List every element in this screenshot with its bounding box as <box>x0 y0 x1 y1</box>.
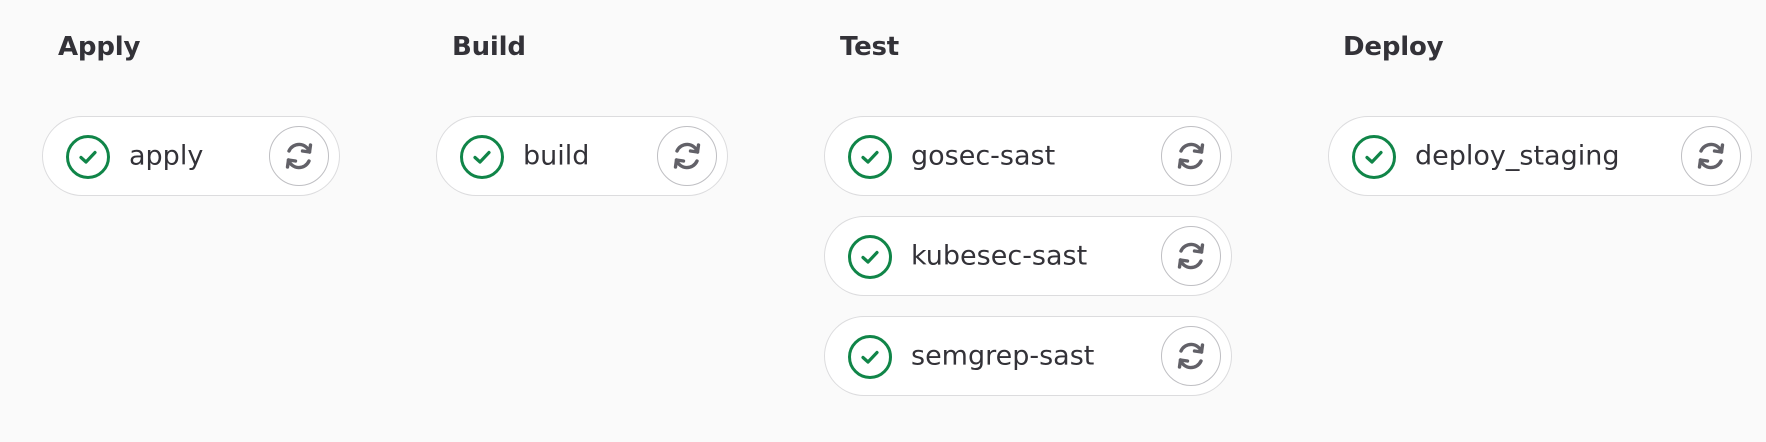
job-name: apply <box>129 140 204 172</box>
job-semgrep-sast[interactable]: semgrep-sast <box>824 316 1232 396</box>
stage-title: Apply <box>58 32 141 62</box>
retry-button[interactable] <box>657 126 717 186</box>
check-circle-icon <box>848 235 892 279</box>
stage-title: Test <box>840 32 900 62</box>
retry-button[interactable] <box>269 126 329 186</box>
stage-title: Deploy <box>1343 32 1444 62</box>
job-name: build <box>523 140 590 172</box>
job-apply[interactable]: apply <box>42 116 340 196</box>
job-gosec-sast[interactable]: gosec-sast <box>824 116 1232 196</box>
retry-icon <box>285 142 313 170</box>
check-circle-icon <box>848 135 892 179</box>
job-name: kubesec-sast <box>911 240 1088 272</box>
job-deploy-staging[interactable]: deploy_staging <box>1328 116 1752 196</box>
retry-icon <box>1177 342 1205 370</box>
retry-icon <box>1177 142 1205 170</box>
retry-icon <box>673 142 701 170</box>
retry-button[interactable] <box>1161 126 1221 186</box>
check-circle-icon <box>66 135 110 179</box>
job-name: gosec-sast <box>911 140 1056 172</box>
retry-button[interactable] <box>1161 226 1221 286</box>
check-circle-icon <box>848 335 892 379</box>
job-kubesec-sast[interactable]: kubesec-sast <box>824 216 1232 296</box>
job-name: deploy_staging <box>1415 140 1620 172</box>
retry-button[interactable] <box>1161 326 1221 386</box>
check-circle-icon <box>460 135 504 179</box>
stage-title: Build <box>452 32 526 62</box>
job-build[interactable]: build <box>436 116 728 196</box>
job-name: semgrep-sast <box>911 340 1095 372</box>
retry-icon <box>1177 242 1205 270</box>
retry-button[interactable] <box>1681 126 1741 186</box>
retry-icon <box>1697 142 1725 170</box>
check-circle-icon <box>1352 135 1396 179</box>
